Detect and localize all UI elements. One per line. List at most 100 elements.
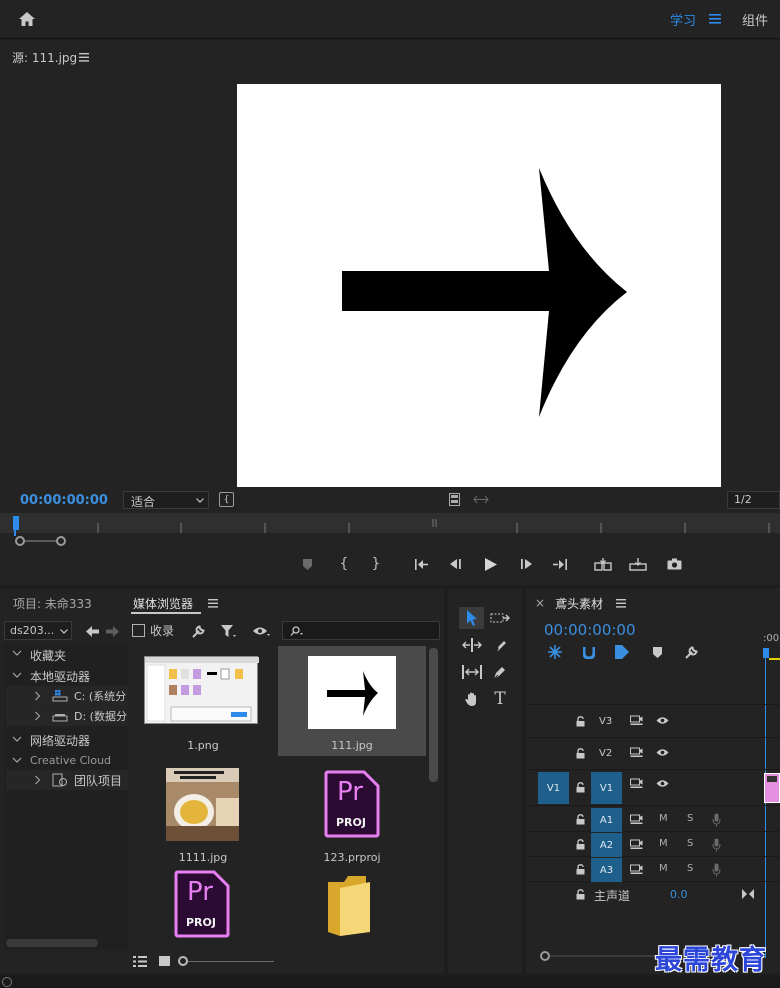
tab-media-browser[interactable]: 媒体浏览器 (133, 595, 193, 612)
microphone-icon[interactable] (712, 813, 721, 827)
sequence-tab[interactable]: 鳶头素材 (555, 595, 603, 612)
media-item-1111jpg[interactable]: 1111.jpg (129, 758, 277, 868)
marker-toggle-icon[interactable]: { (219, 492, 234, 507)
media-item-111jpg[interactable]: 111.jpg (278, 646, 426, 756)
lock-icon[interactable] (576, 748, 585, 759)
sync-lock-icon[interactable] (630, 715, 643, 726)
media-item-folder[interactable] (278, 870, 426, 980)
tree-creative-cloud[interactable]: Creative Cloud (30, 754, 111, 767)
timeline-timecode[interactable]: 00:00:00:00 (544, 621, 636, 639)
drive-select[interactable]: ds203... (4, 621, 72, 640)
back-arrow-icon[interactable] (84, 624, 100, 638)
media-item-123prproj[interactable]: Pr PROJ 123.prproj (278, 758, 426, 868)
solo-button[interactable]: S (687, 838, 693, 849)
eye-icon[interactable] (656, 748, 669, 757)
microphone-icon[interactable] (712, 863, 721, 877)
lock-icon[interactable] (576, 889, 585, 900)
track-target-a1[interactable]: A1 (591, 808, 622, 832)
nest-icon[interactable] (547, 644, 563, 660)
track-select-tool-icon[interactable] (488, 608, 512, 628)
timeline-zoom-track[interactable] (550, 955, 670, 957)
panel-menu-icon[interactable] (615, 598, 627, 608)
mute-button[interactable]: M (659, 813, 668, 824)
track-v2[interactable]: V2 (526, 738, 780, 770)
film-icon[interactable] (447, 491, 461, 507)
zoom-handle-left[interactable] (15, 536, 25, 546)
pen-tool-icon[interactable] (488, 662, 512, 682)
tree-favorites[interactable]: 收藏夹 (30, 647, 66, 664)
timeline-settings-wrench-icon[interactable] (683, 644, 699, 660)
insert-icon[interactable] (593, 556, 613, 572)
panel-menu-icon[interactable] (207, 598, 219, 608)
add-marker-icon[interactable] (300, 557, 314, 571)
close-icon[interactable]: × (534, 596, 546, 610)
tree-item-drive-d[interactable]: D: (数据分 (6, 706, 128, 726)
source-patch-v1[interactable]: V1 (538, 772, 569, 804)
workspace-components-tab[interactable]: 组件 (742, 10, 768, 29)
tree-item-drive-c[interactable]: C: (系统分 (6, 686, 128, 706)
go-to-end-icon[interactable] (742, 889, 754, 899)
solo-button[interactable]: S (687, 863, 693, 874)
forward-arrow-icon[interactable] (104, 624, 120, 638)
track-v3[interactable]: V3 (526, 706, 780, 738)
tree-network-drives[interactable]: 网络驱动器 (30, 732, 90, 749)
ingest-checkbox[interactable] (132, 624, 145, 637)
go-to-in-icon[interactable] (414, 557, 430, 571)
solo-button[interactable]: S (687, 813, 693, 824)
track-v1[interactable]: V1 V1 (526, 770, 780, 806)
sync-lock-icon[interactable] (630, 747, 643, 758)
sync-lock-icon[interactable] (630, 778, 643, 789)
track-target-a3[interactable]: A3 (591, 858, 622, 882)
type-tool-icon[interactable]: T (488, 689, 512, 709)
thumbnail-size-handle[interactable] (178, 956, 188, 966)
grid-scrollbar[interactable] (429, 648, 438, 782)
mark-out-icon[interactable]: } (369, 556, 383, 572)
track-master[interactable]: 主声道 0.0 (526, 883, 780, 907)
ripple-edit-tool-icon[interactable] (460, 635, 484, 655)
step-back-icon[interactable] (448, 557, 464, 571)
resolution-select[interactable]: 1/2 (727, 491, 780, 509)
go-to-out-icon[interactable] (552, 557, 568, 571)
source-monitor-title[interactable]: 源: 111.jpg (12, 49, 77, 66)
timeline-zoom-handle[interactable] (540, 951, 550, 961)
chevron-down-icon[interactable] (12, 671, 22, 679)
drag-audio-icon[interactable] (472, 493, 490, 505)
media-item-1png[interactable]: 1.png (129, 646, 277, 756)
lock-icon[interactable] (576, 782, 585, 793)
step-forward-icon[interactable] (518, 557, 534, 571)
chevron-down-icon[interactable] (12, 735, 22, 743)
mute-button[interactable]: M (659, 863, 668, 874)
timeline-playhead[interactable] (763, 648, 769, 658)
list-view-icon[interactable] (132, 954, 148, 968)
razor-tool-icon[interactable] (488, 635, 512, 655)
lock-icon[interactable] (576, 839, 585, 850)
lock-icon[interactable] (576, 716, 585, 727)
track-target-v1[interactable]: V1 (591, 772, 622, 804)
camera-icon[interactable] (665, 556, 683, 572)
zoom-handle-right[interactable] (56, 536, 66, 546)
workspace-menu-icon[interactable] (708, 11, 722, 27)
master-volume-value[interactable]: 0.0 (670, 888, 688, 901)
microphone-icon[interactable] (712, 838, 721, 852)
playhead[interactable] (13, 516, 19, 530)
sync-lock-icon[interactable] (630, 864, 643, 875)
status-icon[interactable] (2, 977, 12, 987)
mute-button[interactable]: M (659, 838, 668, 849)
add-marker-icon[interactable] (650, 645, 664, 659)
media-item-project[interactable]: Pr PROJ (129, 870, 277, 980)
selection-tool[interactable] (459, 607, 484, 629)
chevron-down-icon[interactable] (12, 756, 22, 764)
tab-project[interactable]: 项目: 未命333 (13, 595, 92, 612)
snap-magnet-icon[interactable] (581, 644, 597, 660)
lock-icon[interactable] (576, 814, 585, 825)
thumbnail-size-slider[interactable] (182, 961, 274, 962)
mark-in-icon[interactable]: { (337, 556, 351, 572)
search-input[interactable] (282, 621, 440, 640)
track-a1[interactable]: A1 M S (526, 808, 780, 832)
track-a3[interactable]: A3 M S (526, 858, 780, 882)
track-target-a2[interactable]: A2 (591, 833, 622, 857)
tree-item-team-projects[interactable]: 团队项目 (6, 770, 128, 790)
hand-tool-icon[interactable] (460, 689, 484, 709)
source-time-ruler[interactable] (0, 513, 780, 533)
eye-icon[interactable] (656, 716, 669, 725)
